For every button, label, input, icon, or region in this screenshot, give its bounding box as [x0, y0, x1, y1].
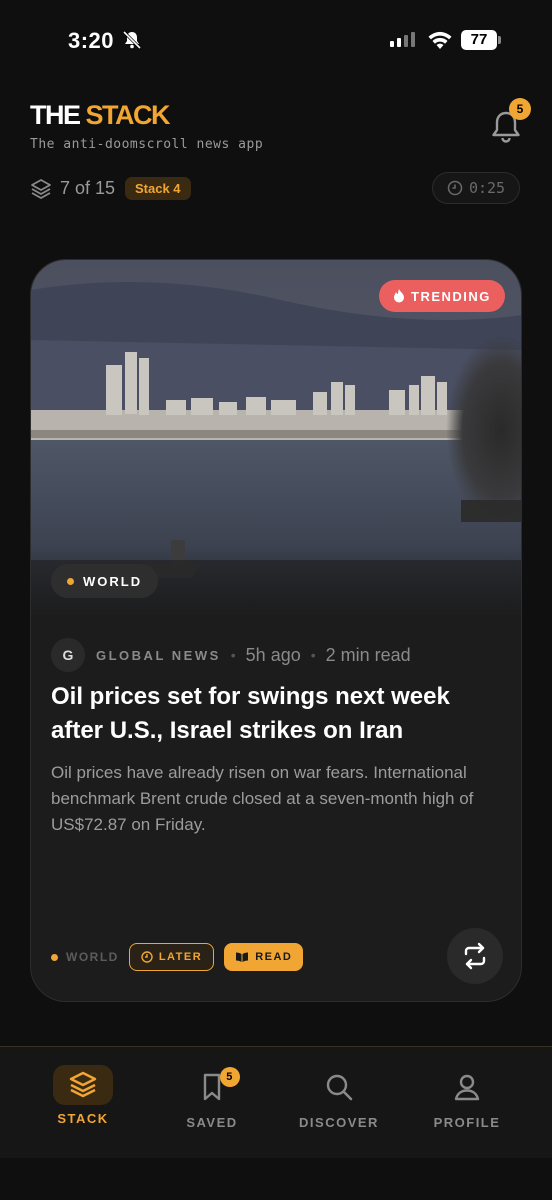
source-avatar: G — [51, 638, 85, 672]
brand-part-1: THE — [30, 100, 81, 130]
trending-label: TRENDING — [411, 288, 491, 304]
footer-category-label: WORLD — [66, 950, 119, 964]
wifi-icon — [427, 30, 453, 55]
category-label: WORLD — [83, 573, 143, 589]
notification-count-badge: 5 — [509, 98, 531, 120]
open-book-icon — [236, 952, 249, 962]
nav-discover-label: DISCOVER — [299, 1115, 379, 1130]
read-time: 2 min read — [325, 644, 411, 665]
brand-part-2: STACK — [85, 100, 171, 130]
card-actions-row: WORLD LATER READ — [51, 942, 304, 972]
article-source-row: G GLOBAL NEWS • 5h ago • 2 min read — [51, 638, 411, 672]
read-button[interactable]: READ — [224, 943, 304, 971]
layers-icon — [30, 178, 52, 205]
timer-value: 0:25 — [468, 179, 506, 197]
stack-icon — [53, 1065, 113, 1105]
category-dot — [67, 577, 74, 585]
article-headline[interactable]: Oil prices set for swings next week afte… — [51, 680, 501, 748]
clock-icon — [141, 951, 153, 963]
user-icon — [452, 1065, 482, 1109]
footer-category: WORLD — [51, 950, 119, 964]
source-name: GLOBAL NEWS — [96, 647, 221, 663]
category-pill[interactable]: WORLD — [51, 564, 159, 598]
repost-button[interactable] — [447, 928, 503, 984]
meta-separator: • — [230, 647, 236, 663]
status-time: 3:20 — [68, 28, 115, 53]
battery-tip — [498, 36, 501, 44]
footer-category-dot — [51, 953, 58, 961]
saved-count-badge: 5 — [220, 1067, 240, 1087]
stack-progress-text: 7 of 15 — [60, 178, 116, 198]
home-indicator-area — [0, 1158, 552, 1200]
nav-stack[interactable]: STACK — [23, 1065, 143, 1126]
bottom-navigation: STACK 5 SAVED DISCOVER PROFILE — [0, 1046, 552, 1158]
search-icon — [324, 1065, 354, 1109]
app-tagline: The anti-doomscroll news app — [30, 137, 264, 152]
reading-timer: 0:25 — [432, 172, 520, 204]
read-later-button[interactable]: LATER — [128, 943, 215, 971]
read-later-label: LATER — [158, 951, 203, 963]
battery-indicator: 77 — [461, 30, 497, 50]
article-age: 5h ago — [245, 644, 301, 665]
nav-discover[interactable]: DISCOVER — [279, 1065, 399, 1130]
cellular-signal-icon — [390, 32, 415, 47]
trending-badge: TRENDING — [379, 280, 505, 312]
nav-profile[interactable]: PROFILE — [407, 1065, 527, 1130]
article-card[interactable]: TRENDING WORLD G GLOBAL NEWS • 5h ago • … — [30, 259, 522, 1002]
nav-saved[interactable]: 5 SAVED — [152, 1065, 272, 1130]
clock-icon — [447, 180, 463, 196]
read-label: READ — [255, 951, 293, 963]
nav-saved-label: SAVED — [186, 1115, 238, 1130]
article-summary: Oil prices have already risen on war fea… — [51, 763, 474, 834]
stack-number-badge: Stack 4 — [125, 177, 191, 200]
repost-icon — [464, 942, 486, 970]
silent-mode-icon — [122, 30, 142, 55]
nav-stack-label: STACK — [57, 1111, 109, 1126]
nav-profile-label: PROFILE — [433, 1115, 501, 1130]
meta-separator: • — [310, 647, 316, 663]
flame-icon — [394, 289, 404, 303]
app-logo: THE STACK — [30, 100, 171, 131]
